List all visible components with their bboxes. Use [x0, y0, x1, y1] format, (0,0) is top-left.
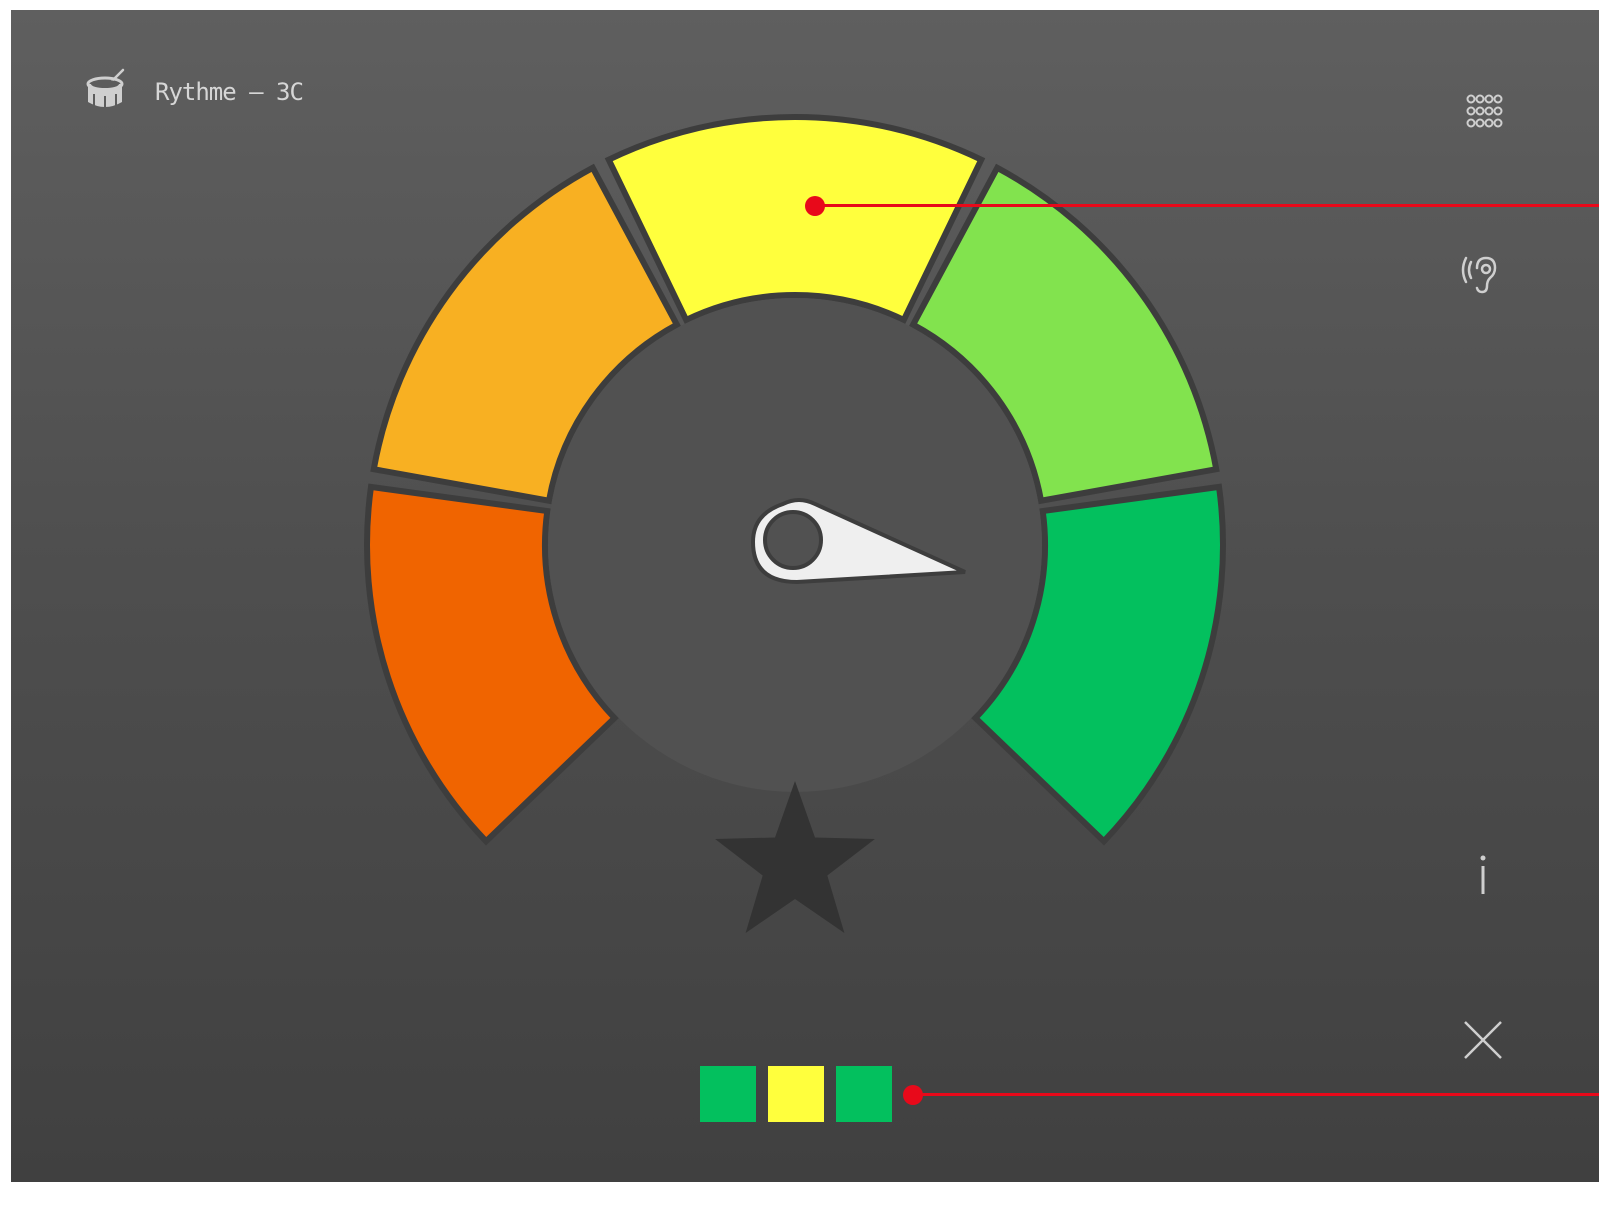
result-square-1	[700, 1066, 756, 1122]
star-icon	[715, 781, 875, 933]
annotation-dot-results	[903, 1085, 923, 1105]
annotation-dot-gauge	[805, 196, 825, 216]
annotation-line-gauge	[815, 204, 1599, 207]
annotation-line-results	[913, 1093, 1599, 1096]
app-window: Rythme – 3C	[11, 10, 1599, 1182]
rating-gauge	[364, 114, 1226, 933]
gauge-segment-average	[604, 114, 986, 324]
result-square-2	[768, 1066, 824, 1122]
results-strip	[700, 1066, 904, 1122]
needle-hub	[763, 510, 823, 570]
result-square-3	[836, 1066, 892, 1122]
